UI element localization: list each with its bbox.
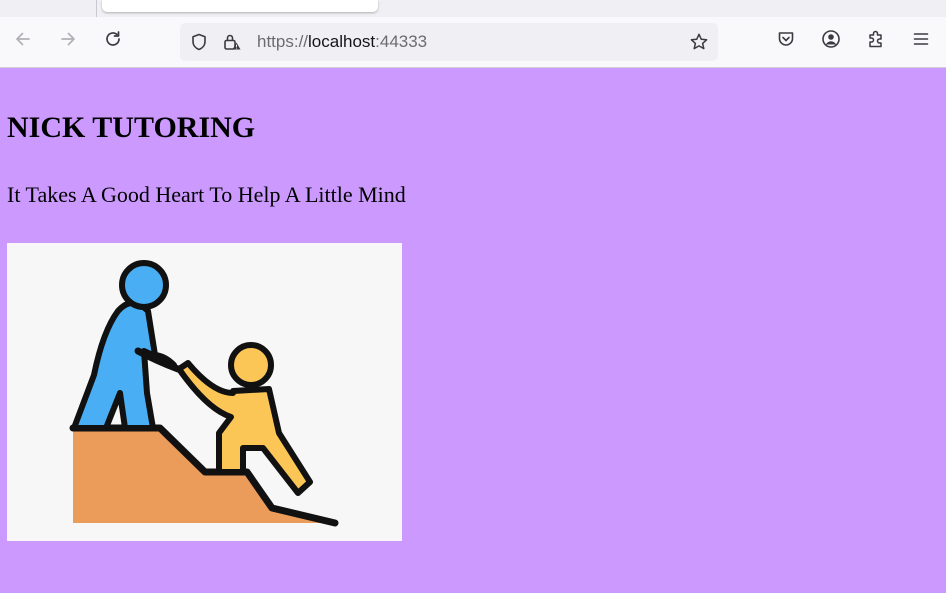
star-icon[interactable] <box>689 32 709 52</box>
extensions-button[interactable] <box>860 25 892 57</box>
url-scheme: https:// <box>257 32 309 51</box>
account-button[interactable] <box>815 25 847 57</box>
page-title: NICK TUTORING <box>7 111 256 144</box>
navigation-toolbar: https://localhost:44333 <box>0 17 946 68</box>
page-content: NICK TUTORING It Takes A Good Heart To H… <box>0 68 946 593</box>
arrow-right-icon <box>58 29 78 54</box>
tab-divider <box>96 0 97 17</box>
lock-warning-icon[interactable] <box>222 32 242 52</box>
page-tagline: It Takes A Good Heart To Help A Little M… <box>7 182 406 207</box>
forward-button[interactable] <box>52 25 84 57</box>
puzzle-icon <box>866 29 886 54</box>
pocket-icon <box>776 29 796 54</box>
url-port: :44333 <box>375 32 428 51</box>
back-button[interactable] <box>7 25 39 57</box>
arrow-left-icon <box>13 29 33 54</box>
reload-button[interactable] <box>97 25 129 57</box>
account-icon <box>821 29 841 54</box>
url-text[interactable]: https://localhost:44333 <box>257 23 427 61</box>
hamburger-menu-icon <box>911 29 931 54</box>
tab-strip <box>0 0 946 17</box>
app-menu-button[interactable] <box>905 25 937 57</box>
address-bar[interactable]: https://localhost:44333 <box>180 23 718 61</box>
helping-hand-illustration <box>7 243 402 541</box>
active-tab[interactable] <box>102 0 378 12</box>
shield-icon[interactable] <box>189 32 209 52</box>
reload-icon <box>103 29 123 54</box>
pocket-button[interactable] <box>770 25 802 57</box>
url-host: localhost <box>308 32 376 51</box>
